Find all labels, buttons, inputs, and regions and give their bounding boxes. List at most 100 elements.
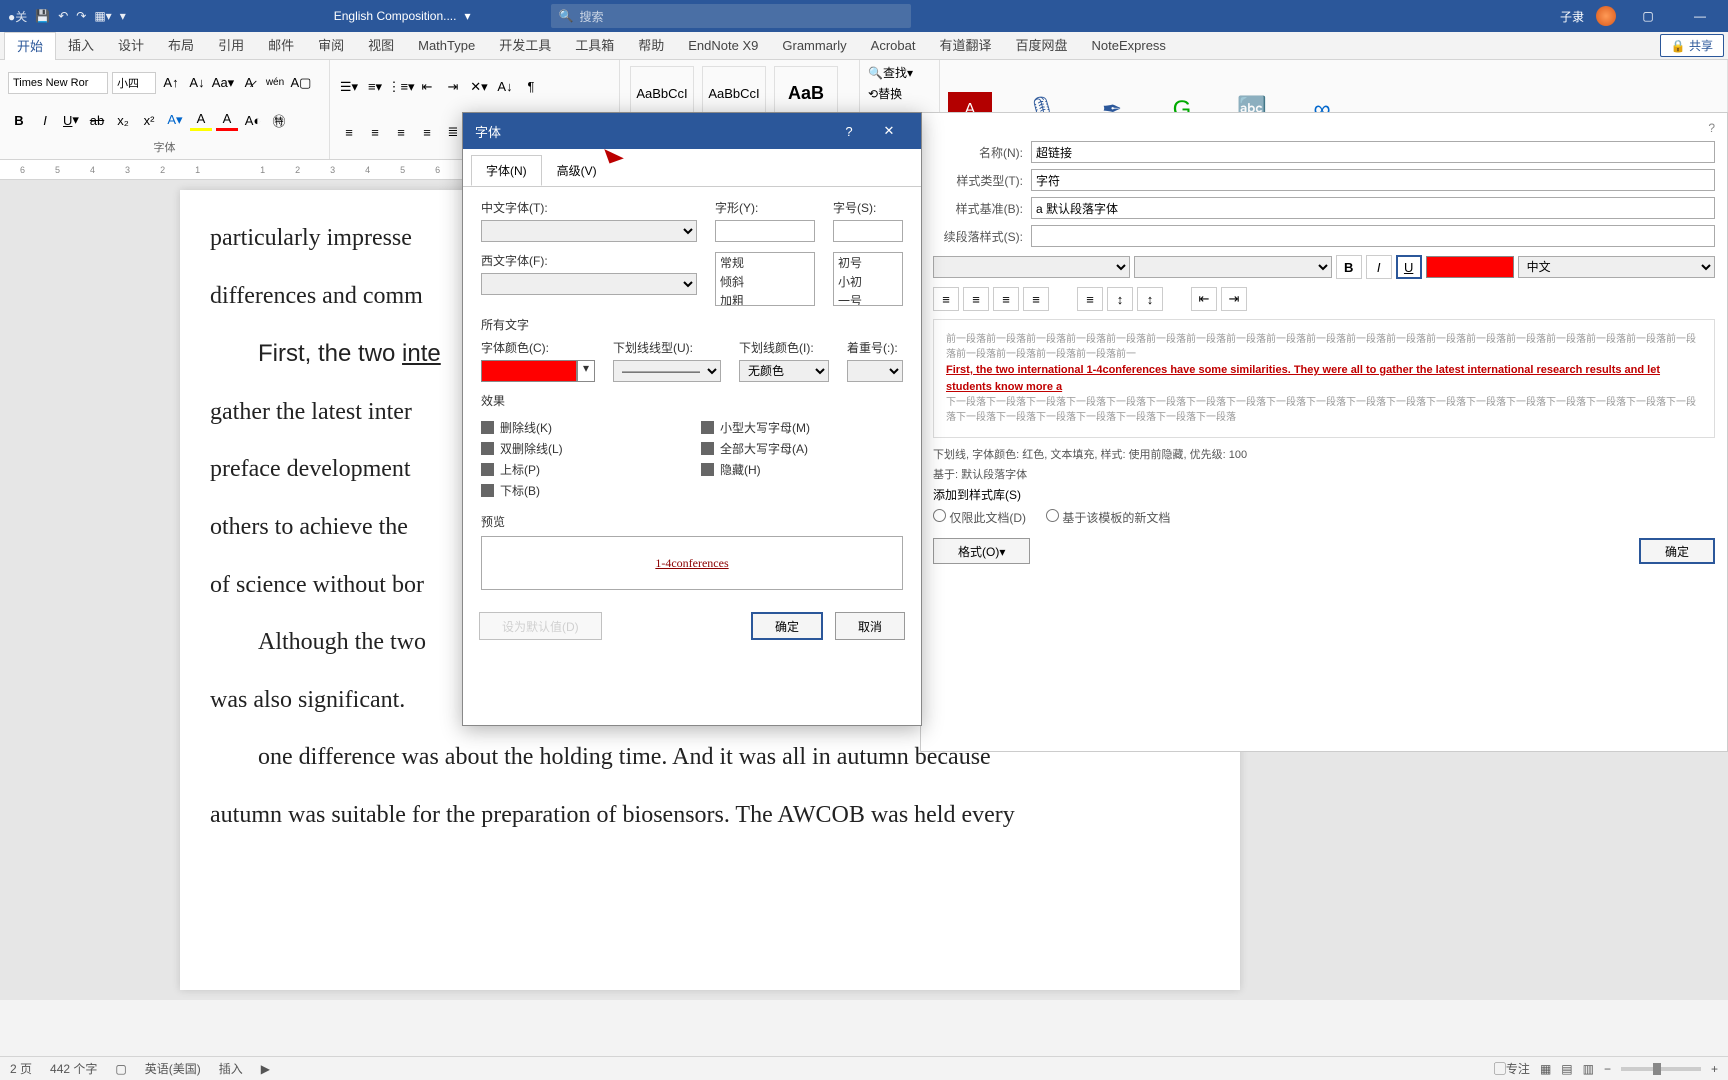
style-thisdoc-radio[interactable] [933,509,946,522]
style-lang-select[interactable]: 中文 [1518,256,1715,278]
status-insert[interactable]: 插入 [219,1060,243,1077]
font-size-combo[interactable] [112,72,156,94]
char-border-icon[interactable]: A▢ [290,72,312,94]
style-type-select[interactable] [1031,169,1715,191]
save-icon[interactable]: 💾 [35,9,50,23]
status-language[interactable]: 英语(美国) [145,1060,201,1077]
allcaps-check[interactable] [701,442,714,455]
font-style-list[interactable]: 常规 倾斜 加粗 [715,252,815,306]
zoom-in-icon[interactable]: + [1711,1062,1718,1076]
user-name[interactable]: 子隶 [1560,8,1584,25]
style-template-radio[interactable] [1046,509,1059,522]
numbering-icon[interactable]: ≡▾ [364,76,386,98]
font-cancel-button[interactable]: 取消 [835,612,905,640]
strike-icon[interactable]: ab [86,109,108,131]
font-tab-advanced[interactable]: 高级(V) [542,155,612,186]
undo-icon[interactable]: ↶ [58,9,68,23]
tab-baidu[interactable]: 百度网盘 [1003,32,1079,60]
status-words[interactable]: 442 个字 [50,1060,97,1077]
redo-icon[interactable]: ↷ [76,9,86,23]
style-bold-icon[interactable]: B [1336,255,1362,279]
bold-icon[interactable]: B [8,109,30,131]
ribbon-display-icon[interactable]: ▢ [1628,0,1668,32]
strike-check[interactable] [481,421,494,434]
qat-customize-icon[interactable]: ▾ [120,9,126,23]
phonetic-icon[interactable]: wén [264,72,286,94]
style-indent-left-icon[interactable]: ⇤ [1191,287,1217,311]
clear-format-icon[interactable]: A̷ [238,72,260,94]
user-avatar[interactable] [1596,6,1616,26]
asian-layout-icon[interactable]: ✕▾ [468,76,490,98]
super-check[interactable] [481,463,494,476]
font-size-input[interactable] [833,220,903,242]
cn-font-select[interactable] [481,220,697,242]
font-color-icon[interactable]: A [216,109,238,131]
font-ok-button[interactable]: 确定 [751,612,823,640]
enclose-char-icon[interactable]: ㊕ [268,109,290,131]
font-dialog-help-icon[interactable]: ? [829,124,869,139]
change-case-icon[interactable]: Aa▾ [212,72,234,94]
style-underline-icon[interactable]: U [1396,255,1422,279]
highlight-icon[interactable]: A [190,109,212,131]
style-color-swatch[interactable] [1426,256,1514,278]
bullets-icon[interactable]: ☰▾ [338,76,360,98]
tab-view[interactable]: 视图 [356,32,406,60]
multilevel-icon[interactable]: ⋮≡▾ [390,76,412,98]
tab-insert[interactable]: 插入 [56,32,106,60]
grow-font-icon[interactable]: A↑ [160,72,182,94]
west-font-select[interactable] [481,273,697,295]
style-name-input[interactable] [1031,141,1715,163]
style-format-button[interactable]: 格式(O)▾ [933,538,1030,564]
style-size-select[interactable] [1134,256,1331,278]
status-macro-icon[interactable]: ▶ [261,1062,270,1076]
style-align-right-icon[interactable]: ≡ [993,287,1019,311]
find-button[interactable]: 🔍查找▾ [868,64,913,81]
hidden-check[interactable] [701,463,714,476]
emphasis-select[interactable] [847,360,903,382]
subscript-icon[interactable]: x₂ [112,109,134,131]
underline-style-select[interactable]: ———————— [613,360,721,382]
style-base-select[interactable] [1031,197,1715,219]
font-name-combo[interactable] [8,72,108,94]
underline-icon[interactable]: U▾ [60,109,82,131]
tab-developer[interactable]: 开发工具 [487,32,563,60]
style-justify-icon[interactable]: ≡ [1023,287,1049,311]
zoom-out-icon[interactable]: − [1604,1062,1611,1076]
tab-layout[interactable]: 布局 [156,32,206,60]
style-para-after-icon[interactable]: ↕ [1137,287,1163,311]
view-web-icon[interactable]: ▥ [1583,1062,1594,1076]
font-size-list[interactable]: 初号 小初 一号 [833,252,903,306]
distribute-icon[interactable]: ≣ [442,121,464,143]
doc-dropdown-icon[interactable]: ▾ [464,9,470,23]
view-print-icon[interactable]: ▤ [1561,1062,1572,1076]
status-spellcheck-icon[interactable]: ▢ [115,1062,126,1076]
font-color-swatch[interactable] [481,360,577,382]
tab-mathtype[interactable]: MathType [406,32,487,60]
style-font-select[interactable] [933,256,1130,278]
style-align-center-icon[interactable]: ≡ [963,287,989,311]
search-box[interactable]: 🔍 搜索 [551,4,911,28]
share-button[interactable]: 🔒 共享 [1660,34,1724,57]
tab-toolbox[interactable]: 工具箱 [563,32,626,60]
sub-check[interactable] [481,484,494,497]
autosave-toggle[interactable]: ●关 [8,8,27,25]
tab-acrobat[interactable]: Acrobat [859,32,928,60]
status-focus[interactable]: ▢专注 [1494,1060,1530,1077]
tab-youdao[interactable]: 有道翻译 [927,32,1003,60]
shrink-font-icon[interactable]: A↓ [186,72,208,94]
tab-references[interactable]: 引用 [206,32,256,60]
font-color-dropdown-icon[interactable]: ▾ [577,360,595,382]
show-marks-icon[interactable]: ¶ [520,76,542,98]
char-shading-icon[interactable]: A◐ [242,109,264,131]
status-page[interactable]: 2 页 [10,1060,32,1077]
set-default-button[interactable]: 设为默认值(D) [479,612,602,640]
style-indent-right-icon[interactable]: ⇥ [1221,287,1247,311]
style-follow-select[interactable] [1031,225,1715,247]
font-tab-font[interactable]: 字体(N) [471,155,542,186]
tab-home[interactable]: 开始 [4,32,56,60]
view-read-icon[interactable]: ▦ [1540,1062,1551,1076]
tab-noteexpress[interactable]: NoteExpress [1080,32,1178,60]
decrease-indent-icon[interactable]: ⇤ [416,76,438,98]
font-style-input[interactable] [715,220,815,242]
font-dialog-close-icon[interactable]: ✕ [869,123,909,139]
